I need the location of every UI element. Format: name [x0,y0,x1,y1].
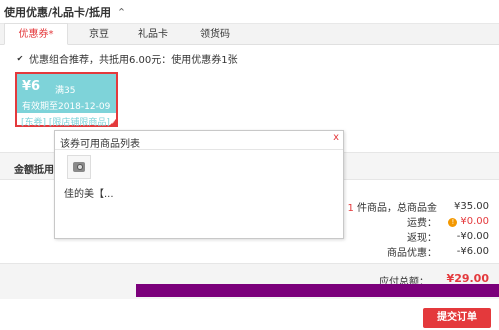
submit-order-button[interactable]: 提交订单 [423,308,491,328]
coupon-header: ¥6 满35 有效期至2018-12-09 [17,74,116,113]
product-thumbnail[interactable] [67,155,91,179]
amount-offset-label: 金额抵用 [14,165,54,176]
product-name[interactable]: 佳的美【... [64,185,114,200]
check-icon: ✓ [110,119,116,126]
cashback-value: -¥0.00 [456,231,489,242]
popup-title: 该券可用商品列表 [60,139,140,150]
shipping-value-wrap: ! ¥0.00 [437,216,489,227]
info-icon[interactable]: ! [448,218,458,227]
tab-jingdou[interactable]: 京豆 [76,24,122,45]
summary-discount: 商品优惠： -¥6.00 [387,244,489,259]
combo-checkbox[interactable]: ✔ [16,54,24,63]
chevron-up-icon[interactable]: ⌃ [117,6,126,19]
shipping-label: 运费： [407,218,437,229]
coupon-tags[interactable]: [东券] [限店铺限商品] [21,115,110,128]
coupon-product-popup: 该券可用商品列表 x 佳的美【... [54,130,344,239]
coupon-condition: 满35 [55,86,76,96]
section-title-text: 使用优惠/礼品卡/抵用 [4,6,112,19]
items-label: 件商品，总商品金 [353,203,437,214]
discount-label: 商品优惠： [387,248,437,259]
shipping-value: ¥0.00 [460,216,489,227]
address-bar [136,284,499,297]
tab-pickup-code[interactable]: 领货码 [186,24,244,45]
coupon-amount: ¥6 [22,79,41,94]
close-icon[interactable]: x [333,132,339,143]
section-title: 使用优惠/礼品卡/抵用 ⌃ [4,4,126,20]
popup-header: 该券可用商品列表 x [55,131,343,150]
summary-shipping: 运费： ! ¥0.00 [407,214,489,229]
coupon-valid-date: 有效期至2018-12-09 [22,102,111,112]
discount-value: -¥6.00 [456,246,489,257]
coupon-tabs: 优惠券* 京豆 礼品卡 领货码 [0,23,499,45]
summary-items: 1 件商品，总商品金 ¥35.00 [347,199,489,214]
summary-cashback: 返现： -¥0.00 [407,229,489,244]
combo-recommend[interactable]: ✔ 优惠组合推荐，共抵用6.00元：使用优惠券1张 [16,51,238,66]
items-value: ¥35.00 [454,201,489,212]
tab-coupons[interactable]: 优惠券* [4,23,68,45]
tab-gift-card[interactable]: 礼品卡 [128,24,178,45]
coupon-card[interactable]: ¥6 满35 有效期至2018-12-09 [东券] [限店铺限商品] ✓ [15,72,118,128]
combo-text: 优惠组合推荐，共抵用6.00元：使用优惠券1张 [29,55,238,66]
cashback-label: 返现： [407,233,437,244]
